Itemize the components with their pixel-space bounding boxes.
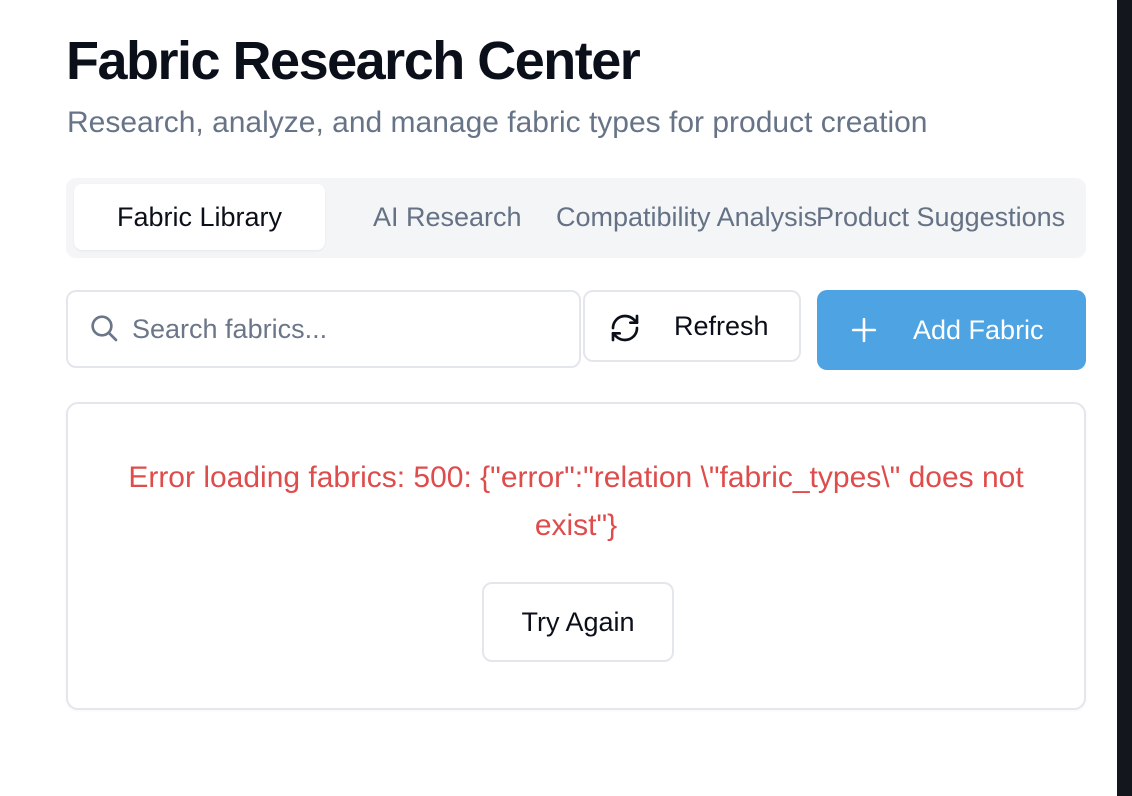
tab-compatibility-analysis[interactable]: Compatibility Analysis	[556, 184, 817, 250]
add-fabric-button-label: Add Fabric	[913, 315, 1044, 345]
try-again-button[interactable]: Try Again	[482, 582, 674, 662]
tab-bar: Fabric Library AI Research Compatibility…	[66, 178, 1086, 258]
search-input[interactable]	[132, 294, 562, 364]
error-message: Error loading fabrics: 500: {"error":"re…	[128, 461, 1024, 542]
refresh-icon	[611, 314, 639, 342]
page-subtitle: Research, analyze, and manage fabric typ…	[67, 106, 928, 139]
page: Fabric Research Center Research, analyze…	[0, 0, 1132, 796]
add-fabric-button[interactable]: Add Fabric	[817, 290, 1086, 370]
search-icon	[91, 315, 118, 342]
tab-ai-research[interactable]: AI Research	[373, 184, 522, 250]
window-edge	[1117, 0, 1132, 796]
search-box[interactable]	[66, 290, 581, 368]
tab-fabric-library[interactable]: Fabric Library	[74, 184, 325, 250]
tab-product-suggestions[interactable]: Product Suggestions	[816, 184, 1065, 250]
refresh-button[interactable]: Refresh	[583, 290, 801, 362]
page-title: Fabric Research Center	[66, 31, 641, 91]
refresh-button-label: Refresh	[674, 311, 769, 341]
error-card: Error loading fabrics: 500: {"error":"re…	[66, 402, 1086, 710]
plus-icon	[851, 317, 877, 343]
